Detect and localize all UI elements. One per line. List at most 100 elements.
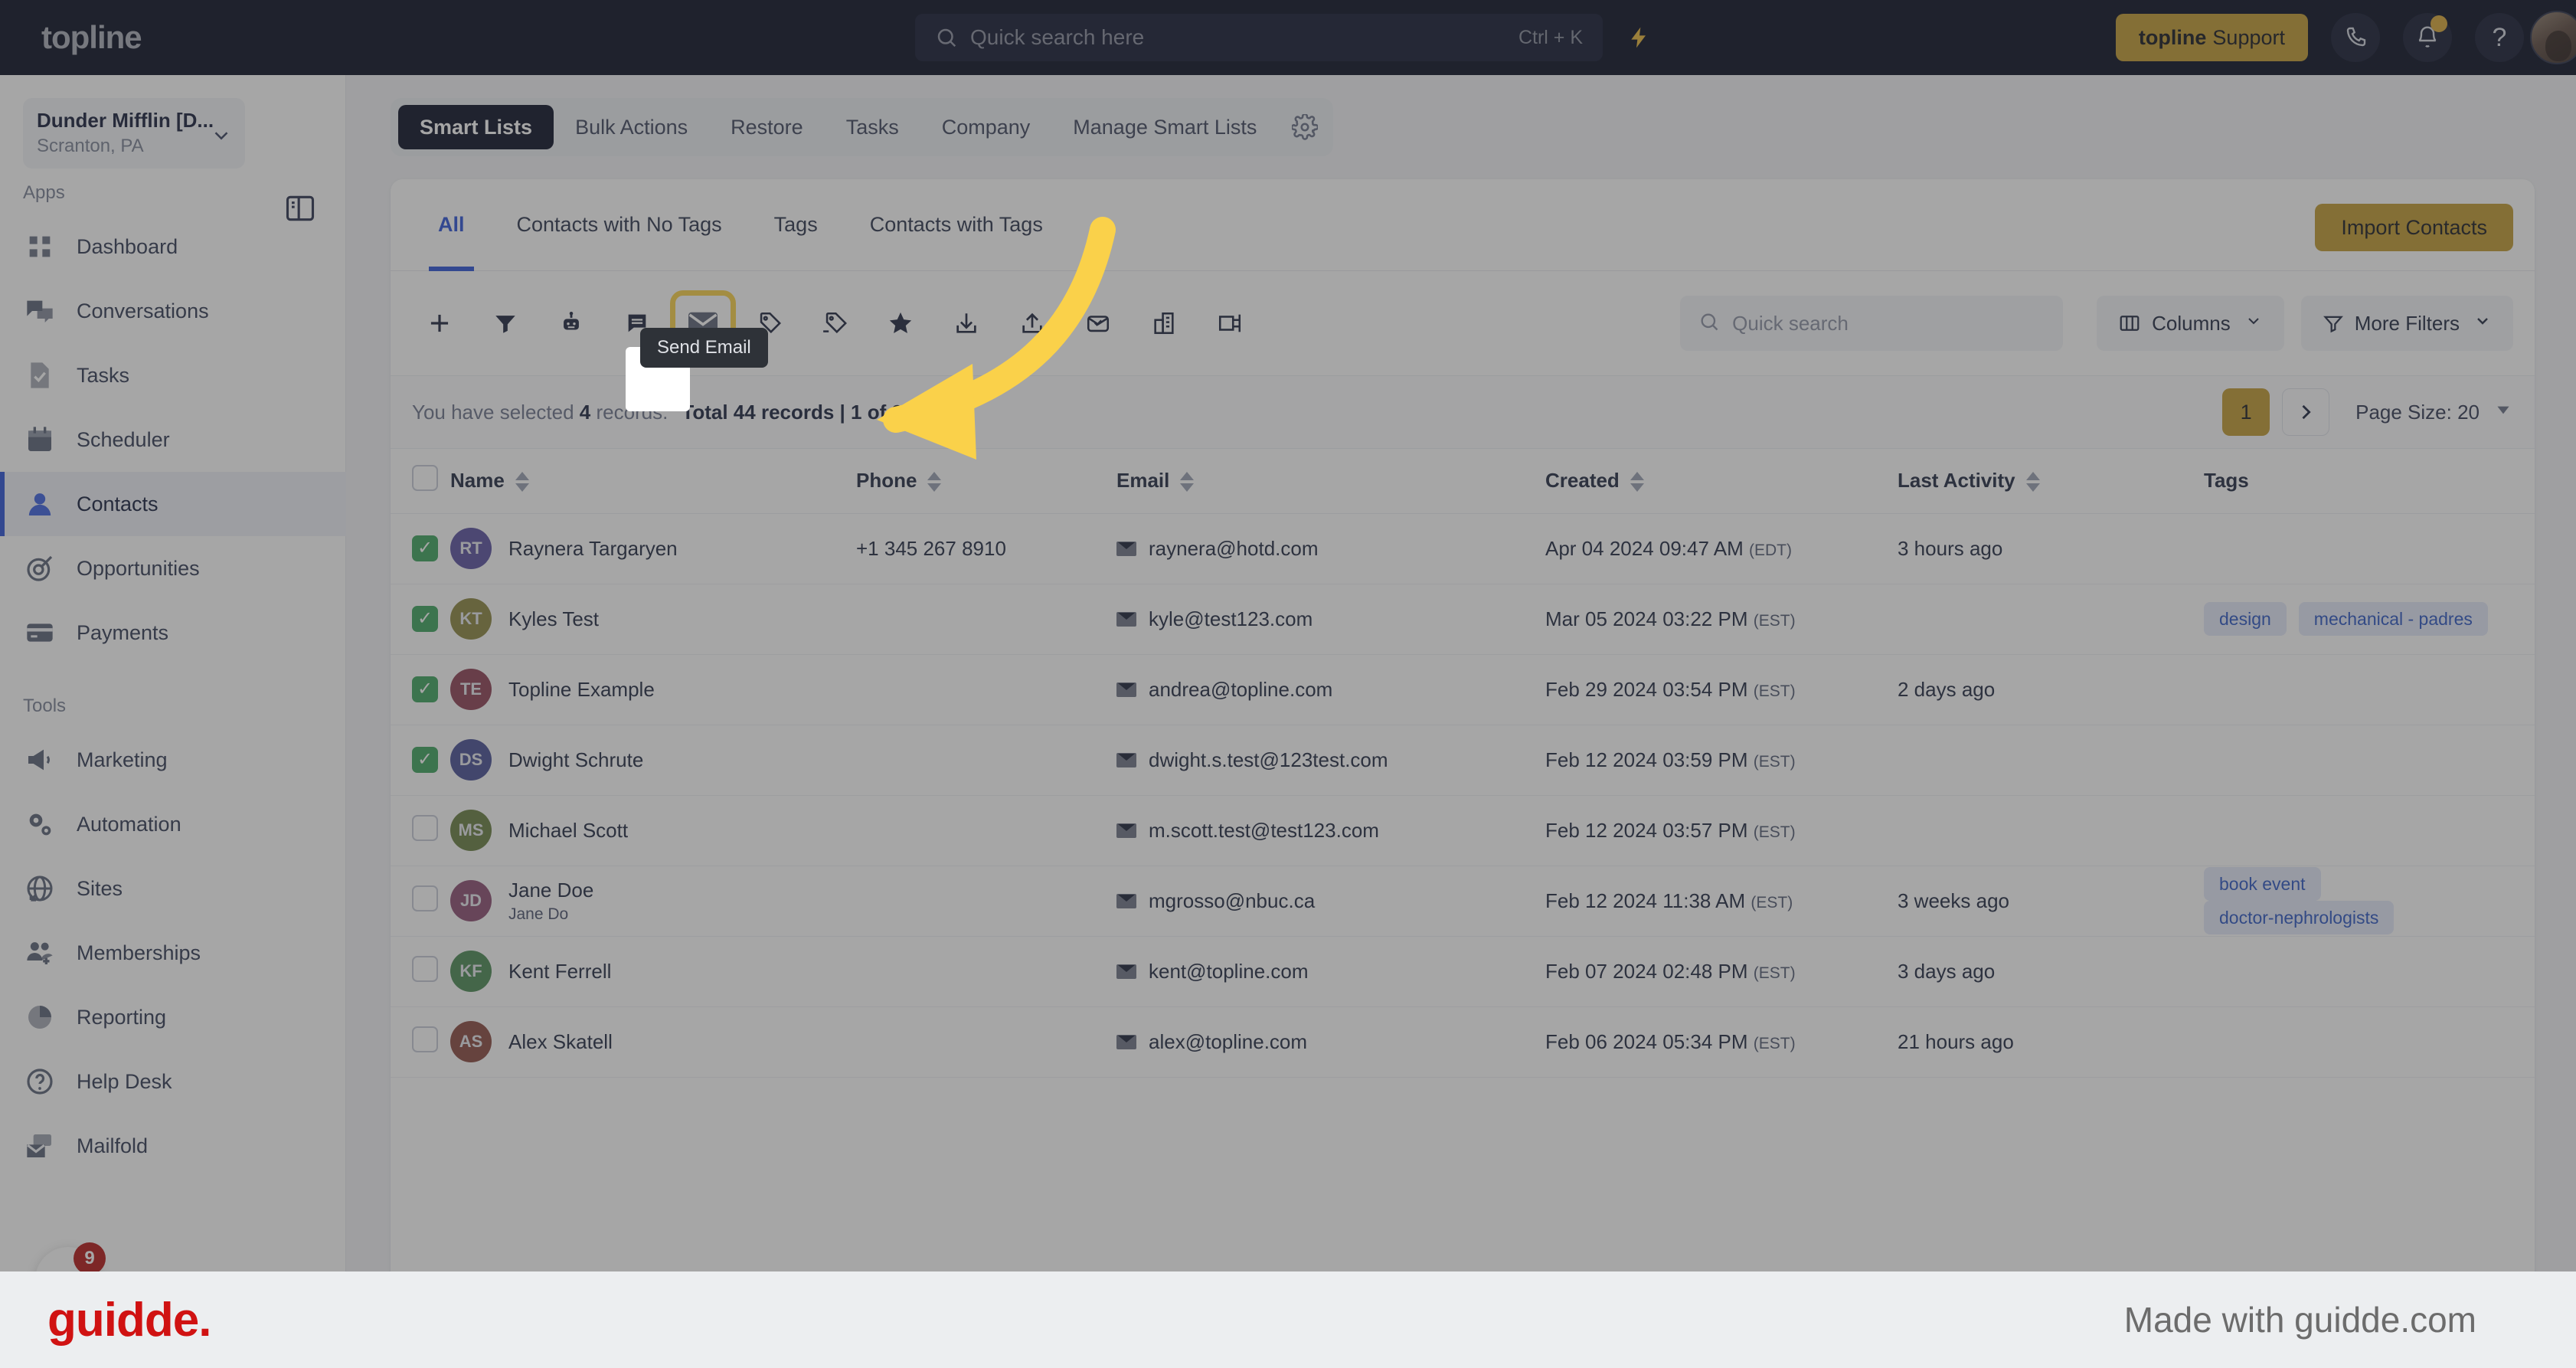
dashboard-icon <box>23 230 57 263</box>
quick-actions-bolt-icon[interactable] <box>1620 18 1659 57</box>
sidebar-item-contacts[interactable]: Contacts <box>0 472 346 536</box>
smartlist-tab-tasks[interactable]: Tasks <box>825 105 920 149</box>
select-all-checkbox[interactable] <box>412 465 438 492</box>
sidebar-item-sites[interactable]: Sites <box>0 856 346 921</box>
sidebar-item-tasks[interactable]: Tasks <box>0 343 346 407</box>
automation-icon <box>23 807 57 841</box>
gear-icon[interactable] <box>1284 106 1326 148</box>
add-icon[interactable] <box>412 296 467 351</box>
tab-all[interactable]: All <box>412 179 491 271</box>
helpdesk-icon <box>23 1065 57 1098</box>
smartlist-tab-restore[interactable]: Restore <box>709 105 825 149</box>
row-checkbox[interactable] <box>412 535 438 561</box>
contact-name[interactable]: Michael Scott <box>508 819 628 843</box>
next-page-button[interactable] <box>2282 388 2330 436</box>
table-row[interactable]: RT Raynera Targaryen +1 345 267 8910 rayner… <box>391 513 2535 584</box>
contact-name[interactable]: Raynera Targaryen <box>508 537 678 561</box>
sort-icon[interactable] <box>515 472 529 493</box>
sidebar-item-label: Payments <box>77 620 169 644</box>
column-header-created[interactable]: Created <box>1545 449 1898 514</box>
location-switcher[interactable]: Dunder Mifflin [D... Scranton, PA <box>23 98 245 169</box>
table-row[interactable]: JD Jane Doe Jane Do mgrosso@nbuc.ca Feb 12 2… <box>391 866 2535 937</box>
contact-name[interactable]: Kyles Test <box>508 607 599 631</box>
mailfold-icon <box>23 1129 57 1163</box>
scheduler-icon <box>23 423 57 457</box>
table-row[interactable]: KT Kyles Test kyle@test123.com Mar 05 2024 … <box>391 584 2535 655</box>
smartlist-tab-manage-smart-lists[interactable]: Manage Smart Lists <box>1051 105 1278 149</box>
contact-name[interactable]: Kent Ferrell <box>508 960 611 983</box>
bot-icon[interactable] <box>544 296 599 351</box>
contact-name[interactable]: Jane Doe <box>508 879 593 902</box>
chevron-down-icon <box>210 124 233 151</box>
tag-chip[interactable]: design <box>2204 602 2287 636</box>
last-activity: 3 weeks ago <box>1898 889 2009 912</box>
row-checkbox[interactable] <box>412 814 438 841</box>
table-row[interactable]: AS Alex Skatell alex@topline.com Feb 06 202… <box>391 1006 2535 1078</box>
smartlist-tab-bulk-actions[interactable]: Bulk Actions <box>554 105 709 149</box>
page-size-selector[interactable]: Page Size: 20 <box>2355 400 2513 425</box>
contact-avatar: AS <box>450 1021 492 1062</box>
help-icon[interactable]: ? <box>2475 13 2524 62</box>
row-checkbox[interactable] <box>412 606 438 632</box>
column-label-created: Created <box>1545 469 1620 493</box>
more-filters-button[interactable]: More Filters <box>2300 296 2513 351</box>
import-contacts-button[interactable]: Import Contacts <box>2315 204 2513 251</box>
smartlist-tab-smart-lists[interactable]: Smart Lists <box>398 105 554 149</box>
column-header-last-activity[interactable]: Last Activity <box>1898 449 2204 514</box>
sidebar-item-payments[interactable]: Payments <box>0 601 346 665</box>
sidebar-item-label: Dashboard <box>77 234 178 258</box>
sidebar-item-memberships[interactable]: Memberships <box>0 921 346 985</box>
global-search-input[interactable]: Quick search here Ctrl + K <box>915 14 1603 61</box>
contact-name[interactable]: Alex Skatell <box>508 1030 613 1054</box>
sidebar-item-mailfold[interactable]: Mailfold <box>0 1114 346 1178</box>
smartlist-tab-company[interactable]: Company <box>920 105 1052 149</box>
row-checkbox[interactable] <box>412 747 438 773</box>
table-row[interactable]: MS Michael Scott m.scott.test@test123.com F… <box>391 795 2535 866</box>
tag-chip[interactable]: mechanical - padres <box>2298 602 2488 636</box>
sidebar-item-conversations[interactable]: Conversations <box>0 279 346 343</box>
sort-icon[interactable] <box>2025 472 2040 493</box>
sidebar-item-dashboard[interactable]: Dashboard <box>0 214 346 279</box>
contact-name[interactable]: Topline Example <box>508 678 655 702</box>
row-checkbox[interactable] <box>412 676 438 702</box>
merge-icon[interactable] <box>1202 296 1257 351</box>
row-checkbox[interactable] <box>412 955 438 982</box>
contact-email: alex@topline.com <box>1149 1029 1308 1053</box>
sidebar-item-help-desk[interactable]: Help Desk <box>0 1049 346 1114</box>
row-checkbox[interactable] <box>412 885 438 911</box>
page-1-button[interactable]: 1 <box>2222 388 2270 436</box>
sidebar-item-reporting[interactable]: Reporting <box>0 985 346 1049</box>
smart-lists-bar: Smart Lists Bulk Actions Restore Tasks Compa… <box>391 98 1334 156</box>
business-icon[interactable] <box>1136 296 1192 351</box>
phone-icon[interactable] <box>2331 13 2380 62</box>
sort-icon[interactable] <box>1630 472 1644 493</box>
cell-created: Feb 06 2024 05:34 PM (EST) <box>1545 1006 1898 1078</box>
sort-icon[interactable] <box>927 472 942 493</box>
filter-icon[interactable] <box>478 296 533 351</box>
table-row[interactable]: KF Kent Ferrell kent@topline.com Feb 07 202… <box>391 936 2535 1007</box>
contact-email: kyle@test123.com <box>1149 607 1313 630</box>
sidebar-item-label: Help Desk <box>77 1069 172 1093</box>
table-row[interactable]: TE Topline Example andrea@topline.com Feb 2… <box>391 654 2535 725</box>
sidebar-item-opportunities[interactable]: Opportunities <box>0 536 346 601</box>
contacts-tabs: All Contacts with No Tags Tags Contacts wit… <box>391 179 2535 271</box>
user-avatar[interactable] <box>2530 11 2576 64</box>
table-search-input[interactable]: Quick search <box>1680 296 2064 351</box>
row-checkbox[interactable] <box>412 1026 438 1052</box>
tag-chip[interactable]: doctor-nephrologists <box>2204 901 2395 934</box>
tab-contacts-with-no-tags[interactable]: Contacts with No Tags <box>491 179 748 271</box>
contact-email: andrea@topline.com <box>1149 677 1333 701</box>
sort-icon[interactable] <box>1180 472 1195 493</box>
table-header: Name Phone Email Created Last Activity T… <box>391 449 2535 514</box>
columns-button[interactable]: Columns <box>2097 296 2284 351</box>
sidebar-item-automation[interactable]: Automation <box>0 792 346 856</box>
topline-support-button[interactable]: topline Support <box>2115 14 2308 61</box>
cell-created: Mar 05 2024 03:22 PM (EST) <box>1545 584 1898 655</box>
table-row[interactable]: DS Dwight Schrute dwight.s.test@123test.co… <box>391 725 2535 796</box>
sidebar-item-scheduler[interactable]: Scheduler <box>0 407 346 472</box>
contact-name[interactable]: Dwight Schrute <box>508 748 643 772</box>
column-header-email[interactable]: Email <box>1116 449 1545 514</box>
sidebar-item-label: Marketing <box>77 748 168 771</box>
tag-chip[interactable]: book event <box>2204 867 2321 901</box>
sidebar-item-marketing[interactable]: Marketing <box>0 728 346 792</box>
